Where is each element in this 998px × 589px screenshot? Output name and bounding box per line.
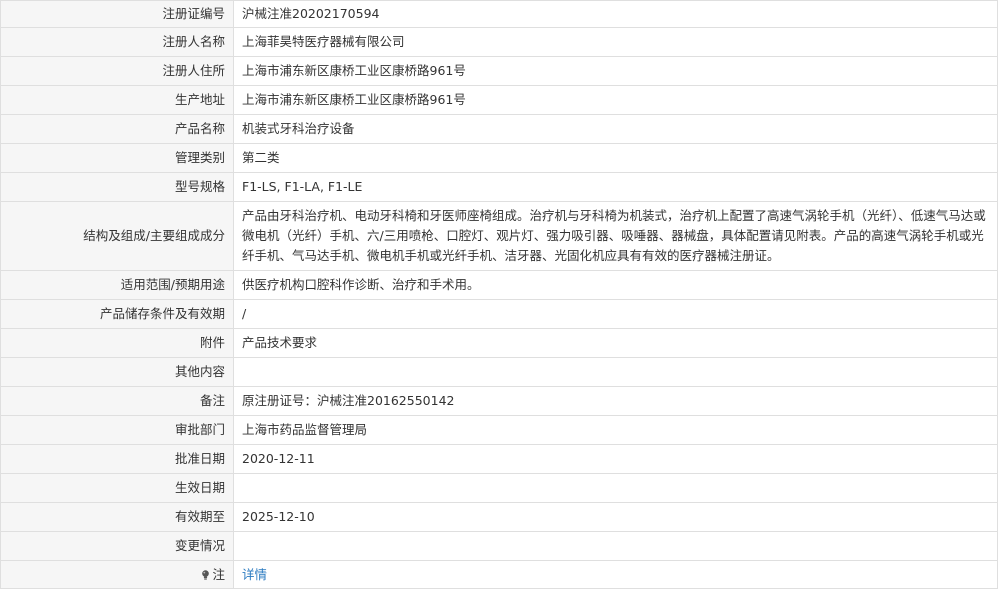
field-value: 供医疗机构口腔科作诊断、治疗和手术用。: [233, 270, 998, 300]
field-value: [233, 531, 998, 561]
field-value: 机装式牙科治疗设备: [233, 114, 998, 144]
table-row: 产品储存条件及有效期 /: [0, 299, 998, 329]
field-value: [233, 357, 998, 387]
table-row: 产品名称 机装式牙科治疗设备: [0, 114, 998, 144]
field-value: 2025-12-10: [233, 502, 998, 532]
field-label: 变更情况: [0, 531, 234, 561]
field-label: 批准日期: [0, 444, 234, 474]
details-link[interactable]: 详情: [242, 567, 267, 582]
lightbulb-icon: [202, 569, 210, 580]
table-row: 其他内容: [0, 357, 998, 387]
field-label: 生效日期: [0, 473, 234, 503]
table-row: 管理类别 第二类: [0, 143, 998, 173]
field-value: [233, 473, 998, 503]
field-label: 有效期至: [0, 502, 234, 532]
table-row: 审批部门 上海市药品监督管理局: [0, 415, 998, 445]
table-row: 型号规格 F1-LS, F1-LA, F1-LE: [0, 172, 998, 202]
table-row: 注 详情: [0, 560, 998, 589]
field-value-cell: 详情: [233, 560, 998, 589]
note-label-cell: 注: [0, 560, 234, 589]
field-label: 注册证编号: [0, 0, 234, 28]
field-value: 产品由牙科治疗机、电动牙科椅和牙医师座椅组成。治疗机与牙科椅为机装式，治疗机上配…: [233, 201, 998, 271]
table-row: 有效期至 2025-12-10: [0, 502, 998, 532]
field-label: 附件: [0, 328, 234, 358]
field-value: 第二类: [233, 143, 998, 173]
field-value: 产品技术要求: [233, 328, 998, 358]
table-row: 生效日期: [0, 473, 998, 503]
field-label: 产品名称: [0, 114, 234, 144]
table-row: 附件 产品技术要求: [0, 328, 998, 358]
registration-detail-table: 注册证编号 沪械注准20202170594 注册人名称 上海菲昊特医疗器械有限公…: [0, 0, 998, 589]
field-value: F1-LS, F1-LA, F1-LE: [233, 172, 998, 202]
field-label: 适用范围/预期用途: [0, 270, 234, 300]
table-row: 结构及组成/主要组成成分 产品由牙科治疗机、电动牙科椅和牙医师座椅组成。治疗机与…: [0, 201, 998, 271]
table-row: 备注 原注册证号：沪械注准20162550142: [0, 386, 998, 416]
field-label: 产品储存条件及有效期: [0, 299, 234, 329]
table-row: 注册证编号 沪械注准20202170594: [0, 0, 998, 28]
field-label: 审批部门: [0, 415, 234, 445]
field-value: 沪械注准20202170594: [233, 0, 998, 28]
table-row: 生产地址 上海市浦东新区康桥工业区康桥路961号: [0, 85, 998, 115]
table-row: 注册人名称 上海菲昊特医疗器械有限公司: [0, 27, 998, 57]
table-row: 注册人住所 上海市浦东新区康桥工业区康桥路961号: [0, 56, 998, 86]
field-value: 上海市浦东新区康桥工业区康桥路961号: [233, 56, 998, 86]
field-label: 注册人名称: [0, 27, 234, 57]
field-value: 上海市药品监督管理局: [233, 415, 998, 445]
field-value: 上海菲昊特医疗器械有限公司: [233, 27, 998, 57]
field-label: 结构及组成/主要组成成分: [0, 201, 234, 271]
table-row: 变更情况: [0, 531, 998, 561]
field-value: 2020-12-11: [233, 444, 998, 474]
field-label: 其他内容: [0, 357, 234, 387]
field-label: 型号规格: [0, 172, 234, 202]
field-value: 原注册证号：沪械注准20162550142: [233, 386, 998, 416]
field-label: 管理类别: [0, 143, 234, 173]
field-label: 注: [212, 566, 225, 582]
field-value: 上海市浦东新区康桥工业区康桥路961号: [233, 85, 998, 115]
field-label: 生产地址: [0, 85, 234, 115]
field-label: 备注: [0, 386, 234, 416]
table-row: 批准日期 2020-12-11: [0, 444, 998, 474]
field-label: 注册人住所: [0, 56, 234, 86]
table-row: 适用范围/预期用途 供医疗机构口腔科作诊断、治疗和手术用。: [0, 270, 998, 300]
field-value: /: [233, 299, 998, 329]
